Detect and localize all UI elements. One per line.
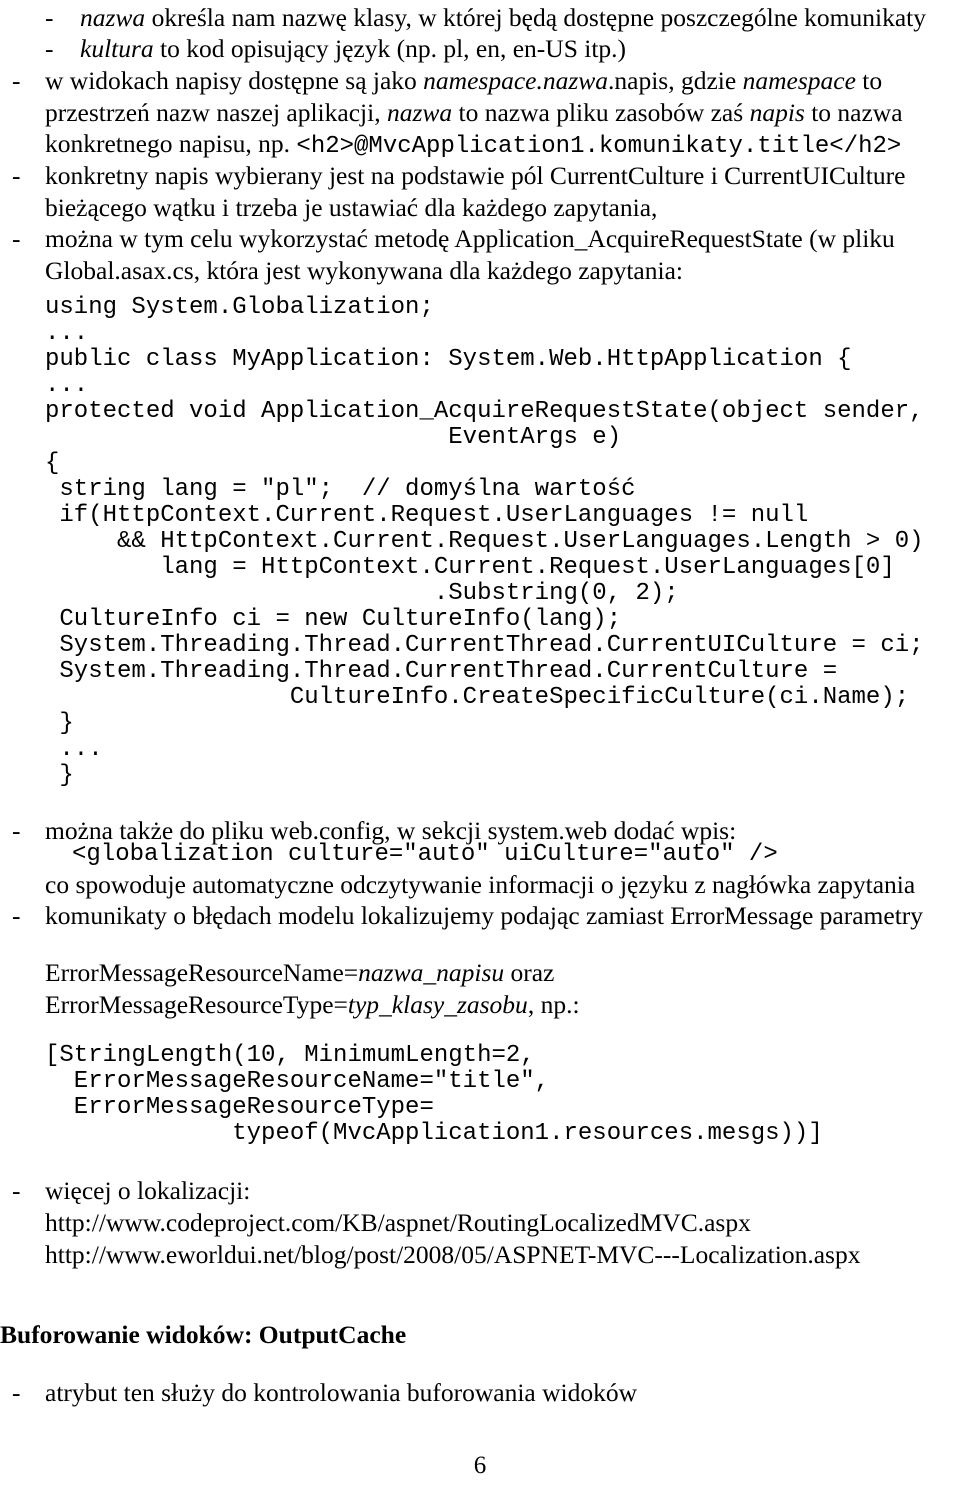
document-page: - nazwa określa nam nazwę klasy, w które… (0, 0, 960, 1486)
code-line: public class MyApplication: System.Web.H… (45, 346, 852, 373)
bullet-konkretny-row: - konkretny napis wybierany jest na pods… (0, 160, 960, 223)
param-resource-type-line: ErrorMessageResourceType=typ_klasy_zasob… (45, 989, 960, 1021)
paragraph-co-spowoduje: co spowoduje automatyczne odczytywanie i… (45, 870, 916, 899)
code-line: protected void Application_AcquireReques… (45, 398, 924, 425)
code-block-stringlength-attribute: [StringLength(10, MinimumLength=2, Error… (0, 1043, 960, 1147)
section-heading-wrap: Buforowanie widoków: OutputCache (0, 1320, 960, 1350)
code-line: System.Threading.Thread.CurrentThread.Cu… (45, 632, 924, 659)
bullet-konkretny: - konkretny napis wybierany jest na pods… (12, 160, 960, 223)
code-block-acquire-request-state: using System.Globalization;... public cla… (0, 295, 960, 789)
param-resource-name-suffix: oraz (504, 958, 555, 987)
param-resource-name-line: ErrorMessageResourceName=nazwa_napisu or… (45, 957, 960, 989)
inline-code-h2-title: <h2>@MvcApplication1.komunikaty.title</h… (296, 133, 902, 160)
code-line: } (45, 710, 74, 737)
code-lines-2: [StringLength(10, MinimumLength=2, Error… (45, 1043, 960, 1147)
params-block: ErrorMessageResourceName=nazwa_napisu or… (0, 957, 960, 1020)
bullet-komunikaty-text: komunikaty o błędach modelu lokalizujemy… (45, 901, 924, 930)
code-line: EventArgs e) (45, 424, 622, 451)
bullet-mozna-row: - można w tym celu wykorzystać metodę Ap… (0, 223, 960, 286)
bullet-dash-icon: - (12, 161, 21, 190)
code-line: using System.Globalization; (45, 294, 434, 321)
bullet-dash-icon: - (45, 3, 54, 32)
page-footer: 6 (0, 1452, 960, 1480)
bullet-wiecej-row: - więcej o lokalizacji: (0, 1175, 960, 1207)
code-lines-1: using System.Globalization;... public cla… (45, 295, 960, 789)
bullet-kultura-row: - kultura to kod opisujący język (np. pl… (0, 33, 960, 65)
emphasis-napis: napis (749, 97, 805, 127)
code-line: CultureInfo.CreateSpecificCulture(ci.Nam… (45, 684, 910, 711)
param-resource-type-label: ErrorMessageResourceType= (45, 989, 348, 1019)
code-line: .Substring(0, 2); (45, 580, 679, 607)
bullet-nazwa: - nazwa określa nam nazwę klasy, w które… (45, 2, 960, 34)
bullet-atrybut-text: atrybut ten służy do kontrolowania bufor… (45, 1378, 638, 1407)
code-line: CultureInfo ci = new CultureInfo(lang); (45, 606, 622, 633)
links-block: http://www.codeproject.com/KB/aspnet/Rou… (0, 1207, 960, 1270)
bullet-dash-icon: - (45, 34, 54, 63)
bullet-mozna-text: można w tym celu wykorzystać metodę Appl… (45, 224, 895, 285)
widoki-part4: to nazwa pliku zasobów zaś (452, 97, 750, 127)
code-line: [StringLength(10, MinimumLength=2, (45, 1042, 535, 1069)
emphasis-namespace-nazwa: namespace.nazwa (423, 66, 609, 95)
bullet-atrybut-row: - atrybut ten służy do kontrolowania buf… (0, 1377, 960, 1409)
link-eworldui[interactable]: http://www.eworldui.net/blog/post/2008/0… (45, 1239, 960, 1271)
widoki-part1: w widokach napisy dostępne są jako (45, 66, 424, 95)
code-line: ... (45, 736, 103, 763)
code-line: System.Threading.Thread.CurrentThread.Cu… (45, 658, 838, 685)
code-line: lang = HttpContext.Current.Request.UserL… (45, 554, 895, 581)
bullet-dash-icon: - (12, 816, 21, 845)
param-resource-type-value: typ_klasy_zasobu (347, 989, 528, 1019)
emphasis-nazwa: nazwa (80, 3, 146, 32)
bullet-nazwa-row: - nazwa określa nam nazwę klasy, w które… (0, 2, 960, 34)
bullet-widoki: - w widokach napisy dostępne są jako nam… (12, 65, 960, 163)
link-codeproject[interactable]: http://www.codeproject.com/KB/aspnet/Rou… (45, 1207, 960, 1239)
code-line: typeof(MvcApplication1.resources.mesgs))… (45, 1120, 823, 1147)
code-line: && HttpContext.Current.Request.UserLangu… (45, 528, 924, 555)
paragraph-co-spowoduje-wrap: co spowoduje automatyczne odczytywanie i… (0, 869, 960, 901)
code-line: ErrorMessageResourceName="title", (45, 1068, 550, 1095)
bullet-dash-icon: - (12, 1378, 21, 1407)
bullet-kultura-rest: to kod opisujący język (np. pl, en, en-U… (153, 34, 627, 63)
bullet-atrybut: - atrybut ten służy do kontrolowania buf… (12, 1377, 960, 1409)
code-line: ... (45, 372, 89, 399)
bullet-nazwa-text: nazwa określa nam nazwę klasy, w której … (80, 2, 960, 34)
bullet-dash-icon: - (12, 66, 21, 95)
emphasis-nazwa-2: nazwa (386, 97, 453, 127)
bullet-konkretny-text: konkretny napis wybierany jest na podsta… (45, 161, 906, 222)
bullet-widoki-row: - w widokach napisy dostępne są jako nam… (0, 65, 960, 163)
bullet-nazwa-rest: określa nam nazwę klasy, w której będą d… (145, 3, 926, 32)
code-line: ... (45, 320, 89, 347)
emphasis-namespace: namespace (742, 66, 856, 95)
bullet-widoki-text: w widokach napisy dostępne są jako names… (45, 65, 960, 163)
bullet-dash-icon: - (12, 1176, 21, 1205)
bullet-dash-icon: - (12, 224, 21, 253)
bullet-dash-icon: - (12, 901, 21, 930)
bullet-komunikaty-row: - komunikaty o błędach modelu lokalizuje… (0, 900, 960, 932)
bullet-kultura-text: kultura to kod opisujący język (np. pl, … (80, 33, 960, 65)
page-number: 6 (473, 1452, 487, 1479)
bullet-komunikaty: - komunikaty o błędach modelu lokalizuje… (12, 900, 960, 932)
code-line-globalization-wrap: <globalization culture="auto" uiCulture=… (72, 841, 960, 868)
code-line: if(HttpContext.Current.Request.UserLangu… (45, 502, 809, 529)
bullet-mozna: - można w tym celu wykorzystać metodę Ap… (12, 223, 960, 286)
code-line: } (45, 762, 74, 789)
code-line: ErrorMessageResourceType= (45, 1094, 434, 1121)
widoki-part2: .napis, gdzie (608, 66, 743, 95)
emphasis-kultura: kultura (80, 34, 154, 63)
section-heading-outputcache: Buforowanie widoków: OutputCache (0, 1320, 407, 1349)
bullet-kultura: - kultura to kod opisujący język (np. pl… (45, 33, 960, 65)
param-resource-type-suffix: , np.: (527, 989, 580, 1019)
code-line: { (45, 450, 60, 477)
bullet-wiecej-text: więcej o lokalizacji: (45, 1176, 251, 1205)
code-line-globalization: <globalization culture="auto" uiCulture=… (72, 841, 778, 868)
bullet-wiecej: - więcej o lokalizacji: (12, 1175, 960, 1207)
param-resource-name-value: nazwa_napisu (358, 958, 505, 987)
param-resource-name-label: ErrorMessageResourceName= (45, 958, 359, 987)
code-line: string lang = "pl"; // domyślna wartość (45, 476, 636, 503)
